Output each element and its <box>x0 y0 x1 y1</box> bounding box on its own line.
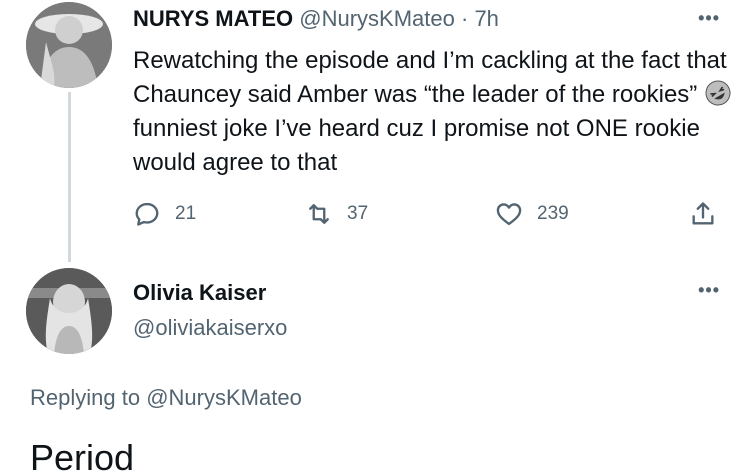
more-options-button[interactable]: ••• <box>698 8 720 29</box>
tweet-actions: 21 37 239 <box>133 200 723 232</box>
tweet-text: Rewatching the episode and I’m cackling … <box>133 44 733 180</box>
retweet-count: 37 <box>347 203 369 224</box>
reply-author-name[interactable]: Olivia Kaiser <box>133 280 266 306</box>
share-button[interactable] <box>689 200 717 228</box>
tweet-time[interactable]: 7h <box>474 6 498 31</box>
reply-more-options-button[interactable]: ••• <box>698 280 720 301</box>
replying-to-handle[interactable]: @NurysKMateo <box>146 385 302 410</box>
profile-photo-icon <box>26 268 112 354</box>
retweet-button[interactable]: 37 <box>305 200 368 228</box>
reply-icon <box>135 202 159 226</box>
avatar-nurys[interactable] <box>26 2 112 88</box>
retweet-icon <box>309 204 329 224</box>
reply-count: 21 <box>175 203 197 224</box>
replying-to-line: Replying to @NurysKMateo <box>30 385 302 411</box>
replying-prefix: Replying to <box>30 385 141 410</box>
like-button[interactable]: 239 <box>495 200 569 228</box>
author-name[interactable]: NURYS MATEO <box>133 6 293 31</box>
like-count: 239 <box>537 203 569 224</box>
tweet-header: NURYS MATEO @NurysKMateo · 7h <box>133 6 499 32</box>
profile-photo-icon <box>26 2 112 88</box>
author-handle[interactable]: @NurysKMateo <box>299 6 455 31</box>
heart-icon <box>496 203 522 226</box>
separator-dot: · <box>460 6 469 31</box>
tweet-text-part-1: Rewatching the episode and I’m cackling … <box>133 47 727 108</box>
reply-author-handle[interactable]: @oliviakaiserxo <box>133 315 287 341</box>
tweet-text-part-2: funniest joke I’ve heard cuz I promise n… <box>133 115 700 176</box>
reply-button[interactable]: 21 <box>133 200 196 228</box>
share-icon <box>692 202 714 225</box>
avatar-olivia[interactable] <box>26 268 112 354</box>
thread-connector-line <box>68 92 71 262</box>
rolling-on-floor-laughing-emoji-icon <box>704 79 732 107</box>
reply-text: Period <box>30 437 135 476</box>
